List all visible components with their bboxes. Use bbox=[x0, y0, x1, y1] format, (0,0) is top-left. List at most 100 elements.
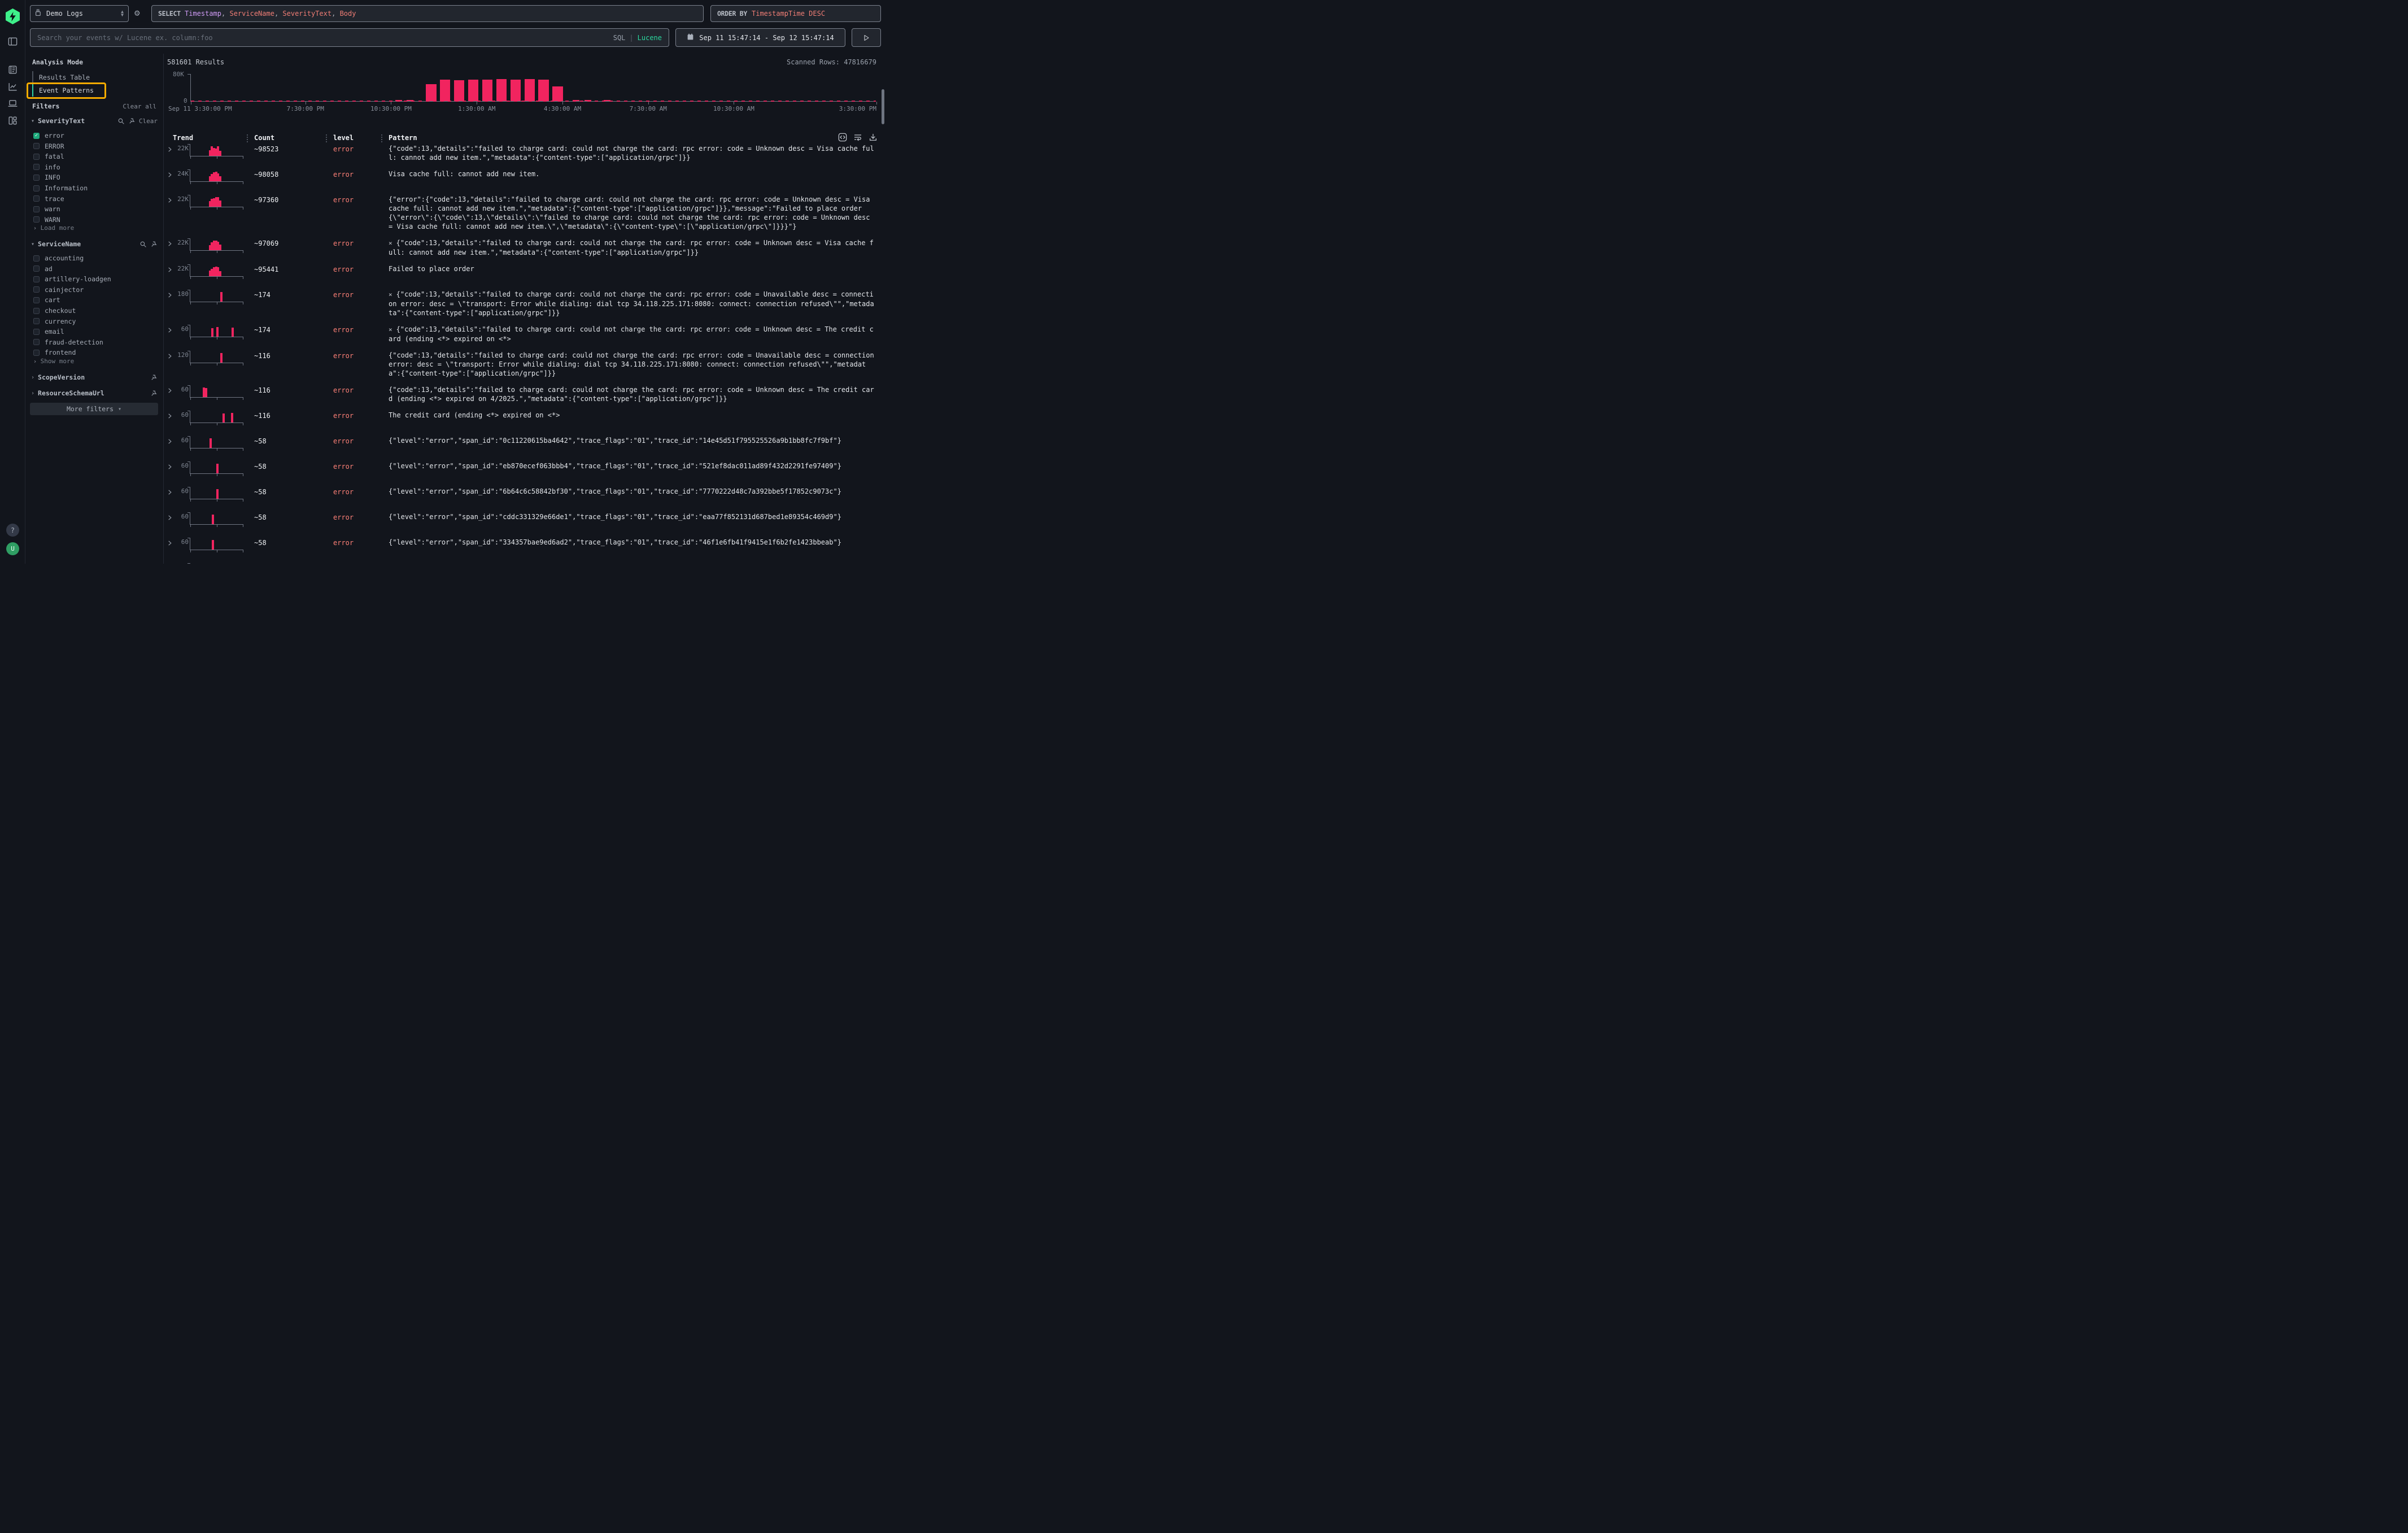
checkbox-icon[interactable] bbox=[33, 175, 40, 181]
checkbox-icon[interactable] bbox=[33, 206, 40, 212]
service-item-cart[interactable]: cart bbox=[33, 295, 60, 305]
checkbox-icon[interactable] bbox=[33, 265, 40, 272]
severity-load-more[interactable]: › Load more bbox=[33, 224, 74, 232]
table-row[interactable]: 60~58error{"level":"error","span_id":"b9… bbox=[164, 559, 881, 564]
severity-clear-link[interactable]: Clear bbox=[139, 117, 158, 125]
histogram-bar[interactable] bbox=[426, 84, 436, 101]
histogram-bar[interactable] bbox=[496, 79, 507, 101]
dashboards-icon[interactable] bbox=[7, 115, 18, 126]
histogram-bar[interactable] bbox=[468, 80, 478, 101]
service-item-email[interactable]: email bbox=[33, 326, 64, 337]
row-pattern[interactable]: ×{"code":13,"details":"failed to charge … bbox=[389, 290, 881, 317]
row-expand-chevron-icon[interactable] bbox=[164, 461, 175, 472]
search-logs-icon[interactable] bbox=[7, 64, 18, 75]
severity-item-fatal[interactable]: fatal bbox=[33, 151, 64, 162]
row-pattern[interactable]: ×{"code":13,"details":"failed to charge … bbox=[389, 238, 881, 257]
checkbox-icon[interactable] bbox=[33, 276, 40, 282]
row-expand-chevron-icon[interactable] bbox=[164, 563, 175, 564]
pin-icon[interactable] bbox=[150, 374, 158, 381]
row-expand-chevron-icon[interactable] bbox=[164, 436, 175, 446]
resourceschemaurl-group-header[interactable]: › ResourceSchemaUrl bbox=[31, 389, 158, 397]
row-expand-chevron-icon[interactable] bbox=[164, 195, 175, 205]
service-item-currency[interactable]: currency bbox=[33, 316, 76, 326]
mode-sql[interactable]: SQL bbox=[613, 34, 626, 42]
service-item-artillery-loadgen[interactable]: artillery-loadgen bbox=[33, 274, 111, 284]
checkbox-icon[interactable] bbox=[33, 339, 40, 345]
severity-item-warn[interactable]: warn bbox=[33, 204, 60, 214]
table-row[interactable]: 60~116error{"code":13,"details":"failed … bbox=[164, 381, 881, 407]
table-row[interactable]: 180~174error×{"code":13,"details":"faile… bbox=[164, 286, 881, 321]
row-pattern[interactable]: {"level":"error","span_id":"0c11220615ba… bbox=[389, 436, 881, 445]
row-expand-chevron-icon[interactable] bbox=[164, 411, 175, 421]
histogram-bar[interactable] bbox=[482, 80, 492, 101]
clear-all-link[interactable]: Clear all bbox=[123, 103, 156, 110]
table-row[interactable]: 24K~98058errorVisa cache full: cannot ad… bbox=[164, 166, 881, 191]
severity-item-info[interactable]: info bbox=[33, 162, 60, 172]
table-row[interactable]: 60~174error×{"code":13,"details":"failed… bbox=[164, 321, 881, 347]
histogram-bar[interactable] bbox=[511, 80, 521, 101]
row-pattern[interactable]: {"code":13,"details":"failed to charge c… bbox=[389, 144, 881, 162]
histogram-bar[interactable] bbox=[552, 86, 562, 101]
row-expand-chevron-icon[interactable] bbox=[164, 351, 175, 361]
service-item-checkout[interactable]: checkout bbox=[33, 306, 76, 316]
table-row[interactable]: 120~116error{"code":13,"details":"failed… bbox=[164, 347, 881, 381]
row-pattern[interactable]: {"level":"error","span_id":"334357bae9ed… bbox=[389, 538, 881, 547]
service-show-more[interactable]: › Show more bbox=[33, 358, 74, 365]
checkbox-icon[interactable] bbox=[33, 185, 40, 191]
vertical-scrollbar[interactable] bbox=[882, 89, 884, 124]
row-expand-chevron-icon[interactable] bbox=[164, 538, 175, 548]
row-pattern[interactable]: {"level":"error","span_id":"6b64c6c58842… bbox=[389, 487, 881, 496]
checkbox-icon[interactable] bbox=[33, 286, 40, 293]
table-row[interactable]: 22K~97069error×{"code":13,"details":"fai… bbox=[164, 234, 881, 260]
histogram-bar[interactable] bbox=[440, 80, 450, 101]
results-histogram[interactable]: 80K 0 Sep 11 3:30:00 PM7:30:00 PM10:30:0… bbox=[190, 74, 876, 102]
service-group-header[interactable]: ▾ ServiceName bbox=[31, 240, 158, 248]
checkbox-checked-icon[interactable]: ✓ bbox=[33, 133, 40, 139]
run-query-button[interactable] bbox=[852, 28, 881, 47]
help-button[interactable]: ? bbox=[6, 524, 19, 537]
row-expand-chevron-icon[interactable] bbox=[164, 264, 175, 275]
table-row[interactable]: 60~58error{"level":"error","span_id":"cd… bbox=[164, 508, 881, 534]
collapse-panel-icon[interactable] bbox=[7, 36, 18, 47]
table-row[interactable]: 60~58error{"level":"error","span_id":"0c… bbox=[164, 432, 881, 458]
checkbox-icon[interactable] bbox=[33, 255, 40, 262]
checkbox-icon[interactable] bbox=[33, 195, 40, 202]
table-row[interactable]: 22K~95441errorFailed to place order bbox=[164, 260, 881, 286]
pin-icon[interactable] bbox=[150, 390, 158, 397]
row-expand-chevron-icon[interactable] bbox=[164, 144, 175, 154]
row-pattern[interactable]: The credit card (ending <*> expired on <… bbox=[389, 411, 881, 420]
service-item-fraud-detection[interactable]: fraud-detection bbox=[33, 337, 103, 347]
row-pattern[interactable]: {"level":"error","span_id":"b92b54b6882b… bbox=[389, 563, 881, 564]
severity-item-ERROR[interactable]: ERROR bbox=[33, 141, 64, 151]
row-expand-chevron-icon[interactable] bbox=[164, 487, 175, 497]
service-item-ad[interactable]: ad bbox=[33, 264, 53, 274]
row-pattern[interactable]: {"level":"error","span_id":"eb870ecef063… bbox=[389, 461, 881, 471]
row-expand-chevron-icon[interactable] bbox=[164, 385, 175, 395]
table-row[interactable]: 60~58error{"level":"error","span_id":"eb… bbox=[164, 458, 881, 483]
row-expand-chevron-icon[interactable] bbox=[164, 325, 175, 335]
row-pattern[interactable]: {"code":13,"details":"failed to charge c… bbox=[389, 385, 881, 403]
row-pattern[interactable]: Visa cache full: cannot add new item. bbox=[389, 169, 881, 178]
table-row[interactable]: 60~58error{"level":"error","span_id":"33… bbox=[164, 534, 881, 559]
checkbox-icon[interactable] bbox=[33, 154, 40, 160]
severity-item-Information[interactable]: Information bbox=[33, 183, 88, 193]
row-expand-chevron-icon[interactable] bbox=[164, 238, 175, 249]
severity-item-INFO[interactable]: INFO bbox=[33, 172, 60, 182]
row-expand-chevron-icon[interactable] bbox=[164, 290, 175, 300]
histogram-bar[interactable] bbox=[454, 80, 464, 101]
service-item-cainjector[interactable]: cainjector bbox=[33, 285, 84, 295]
source-select[interactable]: Demo Logs ▲▼ bbox=[30, 5, 129, 22]
severity-group-header[interactable]: ▾ SeverityText Clear bbox=[31, 117, 158, 125]
pin-icon[interactable] bbox=[128, 117, 136, 125]
search-input[interactable] bbox=[37, 34, 613, 42]
severity-item-error[interactable]: ✓error bbox=[33, 130, 64, 141]
service-item-frontend[interactable]: frontend bbox=[33, 347, 76, 358]
checkbox-icon[interactable] bbox=[33, 329, 40, 335]
source-settings-gear-icon[interactable]: ⚙ bbox=[134, 7, 140, 18]
checkbox-icon[interactable] bbox=[33, 164, 40, 170]
histogram-bar[interactable] bbox=[538, 80, 548, 101]
checkbox-icon[interactable] bbox=[33, 216, 40, 223]
mode-event-patterns[interactable]: Event Patterns bbox=[32, 84, 134, 97]
user-avatar[interactable]: U bbox=[6, 542, 19, 555]
chart-icon[interactable] bbox=[7, 81, 18, 92]
